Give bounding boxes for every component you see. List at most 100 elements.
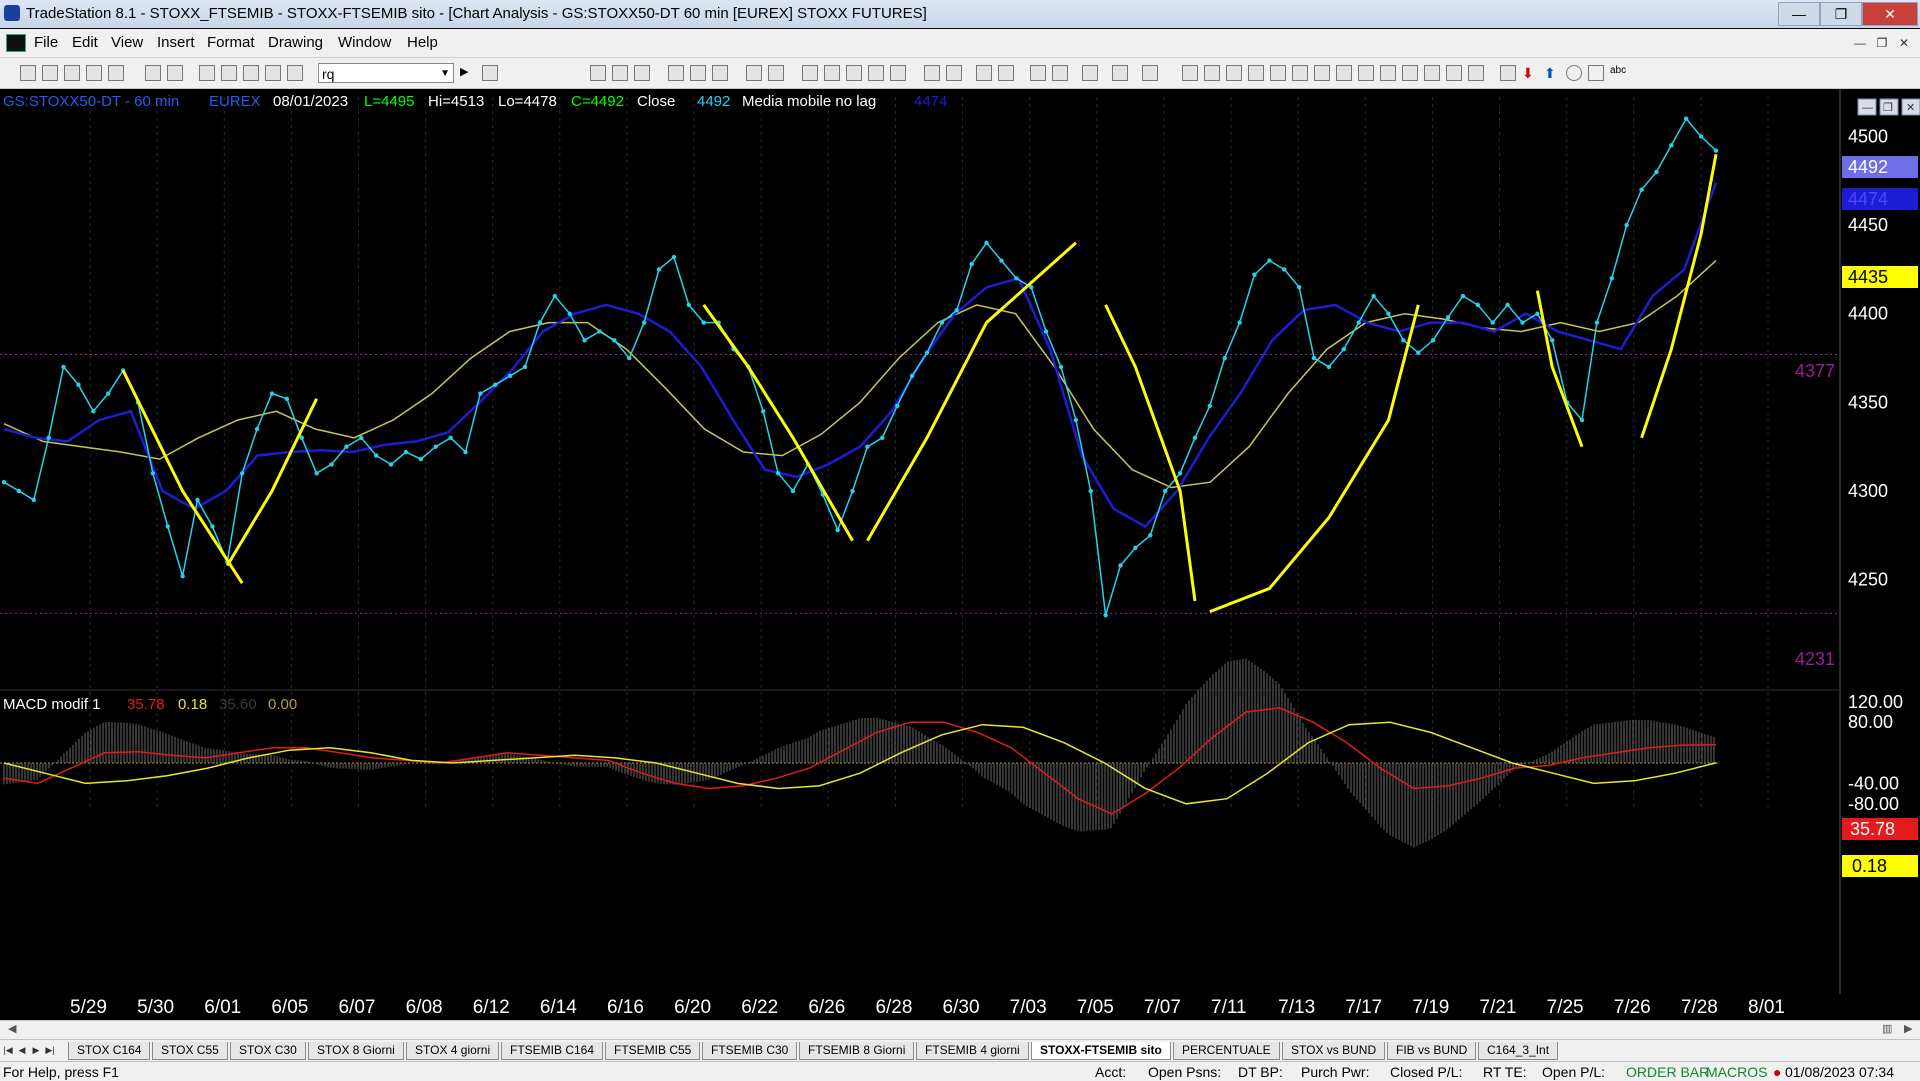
print-icon[interactable] [145, 65, 161, 81]
tab-ftsemib-c164[interactable]: FTSEMIB C164 [501, 1042, 604, 1060]
price-chart[interactable]: 4250 4300 4350 4400 4450 4500 120.0080.00 -40.0… [0, 89, 1920, 1020]
tile-icon[interactable] [221, 65, 237, 81]
tab-ftsemib-4-giorni[interactable]: FTSEMIB 4 giorni [916, 1042, 1029, 1060]
fibonacci-icon[interactable] [1292, 65, 1308, 81]
mdi-minimize-button[interactable]: — [1850, 34, 1870, 52]
menu-insert[interactable]: Insert [157, 34, 195, 51]
table-icon[interactable] [634, 65, 650, 81]
scroll-right-arrow-icon[interactable]: ▶ [1904, 1022, 1912, 1035]
horizontal-lines-icon[interactable] [1226, 65, 1242, 81]
scroll-thumb-icon[interactable]: ▥ [1882, 1022, 1892, 1035]
scroll-right-icon[interactable] [946, 65, 962, 81]
minimize-button[interactable]: — [1778, 2, 1820, 26]
chart-analysis-window[interactable]: 4250 4300 4350 4400 4450 4500 120.00 80.00 -40.0… [0, 89, 1920, 1021]
tab-ftsemib-c55[interactable]: FTSEMIB C55 [605, 1042, 701, 1060]
pointer-icon[interactable] [1030, 65, 1046, 81]
crosshair-icon[interactable] [1052, 65, 1068, 81]
print-preview-icon[interactable] [167, 65, 183, 81]
tab-stox-c30[interactable]: STOX C30 [230, 1042, 306, 1060]
order-bar-button[interactable]: ORDER BAR [1626, 1064, 1709, 1080]
scroll-left-arrow-icon[interactable]: ◀ [8, 1022, 16, 1035]
candle-icon[interactable] [846, 65, 862, 81]
mdi-close-button[interactable]: ✕ [1894, 34, 1914, 52]
horizontal-scrollbar[interactable]: ◀ ▥ ▶ [0, 1020, 1920, 1039]
chevron-down-icon[interactable]: ▼ [440, 64, 450, 84]
text-icon[interactable]: abc [1610, 65, 1626, 81]
pen-icon[interactable] [1468, 65, 1484, 81]
ohlc-icon[interactable] [890, 65, 906, 81]
page-icon[interactable] [108, 65, 124, 81]
arc-icon[interactable] [1446, 65, 1462, 81]
zoom-out-icon[interactable] [998, 65, 1014, 81]
tab-percentuale[interactable]: PERCENTUALE [1173, 1042, 1280, 1060]
symbol-input[interactable]: rq ▼ [318, 63, 454, 83]
scroll-left-icon[interactable] [924, 65, 940, 81]
format-icon[interactable] [590, 65, 606, 81]
find-icon[interactable] [482, 65, 498, 81]
menu-window[interactable]: Window [338, 34, 391, 51]
mdi-restore-button[interactable]: ❐ [1872, 34, 1892, 52]
chart-restore-button[interactable]: ❐ [1883, 102, 1893, 114]
menu-drawing[interactable]: Drawing [268, 34, 323, 51]
lock-icon[interactable] [243, 65, 259, 81]
workspace-icon[interactable] [746, 65, 762, 81]
tab-ftsemib-c30[interactable]: FTSEMIB C30 [702, 1042, 798, 1060]
freehand-icon[interactable] [1500, 65, 1516, 81]
menu-edit[interactable]: Edit [72, 34, 98, 51]
close-button[interactable]: ✕ [1862, 2, 1918, 26]
tab-ftsemib-8-giorni[interactable]: FTSEMIB 8 Giorni [799, 1042, 915, 1060]
tab-stox-8-giorni[interactable]: STOX 8 Giorni [308, 1042, 404, 1060]
arrow-down-icon[interactable]: ⬇ [1522, 65, 1538, 81]
tab-stox-vs-bund[interactable]: STOX vs BUND [1282, 1042, 1386, 1060]
pitchfork-icon[interactable] [1380, 65, 1396, 81]
arrow-right-icon[interactable]: ▶ [460, 65, 476, 81]
menu-help[interactable]: Help [407, 34, 438, 51]
trendline-icon[interactable] [1182, 65, 1198, 81]
time-zones-icon[interactable] [1336, 65, 1352, 81]
copy-icon[interactable] [64, 65, 80, 81]
tools-icon[interactable] [1082, 65, 1098, 81]
open-icon[interactable] [42, 65, 58, 81]
menu-format[interactable]: Format [207, 34, 255, 51]
bar-chart-icon[interactable] [690, 65, 706, 81]
chart-close-button[interactable]: ✕ [1906, 102, 1915, 114]
rectangle-icon[interactable] [1588, 65, 1604, 81]
channel-icon[interactable] [1248, 65, 1264, 81]
chart-type-icon[interactable] [668, 65, 684, 81]
ellipse-icon[interactable] [1566, 65, 1582, 81]
tab-first-icon[interactable]: |◀ [2, 1043, 14, 1057]
gann-icon[interactable] [1314, 65, 1330, 81]
tab-stox-c164[interactable]: STOX C164 [68, 1042, 151, 1060]
data-window-icon[interactable] [1112, 65, 1128, 81]
paste-icon[interactable] [86, 65, 102, 81]
tab-stoxx-ftsemib-sito[interactable]: STOXX-FTSEMIB sito [1031, 1042, 1171, 1060]
maximize-button[interactable]: ❐ [1820, 2, 1862, 26]
tab-next-icon[interactable]: ▶ [30, 1043, 42, 1057]
grid-icon[interactable] [1142, 65, 1158, 81]
refresh-icon[interactable] [712, 65, 728, 81]
macros-button[interactable]: MACROS [1706, 1064, 1767, 1080]
layout-icon[interactable] [768, 65, 784, 81]
tab-prev-icon[interactable]: ◀ [16, 1043, 28, 1057]
regression-icon[interactable] [1424, 65, 1440, 81]
tab-c164-3-int[interactable]: C164_3_Int [1478, 1042, 1559, 1060]
new-icon[interactable] [20, 65, 36, 81]
zoom-in-icon[interactable] [976, 65, 992, 81]
arrow-up-icon[interactable]: ⬆ [1544, 65, 1560, 81]
tab-last-icon[interactable]: ▶| [44, 1043, 56, 1057]
window-icon[interactable] [199, 65, 215, 81]
chart-minimize-button[interactable]: — [1862, 102, 1873, 114]
indicator-icon[interactable] [612, 65, 628, 81]
radar-icon[interactable] [802, 65, 818, 81]
menu-view[interactable]: View [111, 34, 143, 51]
menu-file[interactable]: File [34, 34, 58, 51]
globe-icon[interactable] [287, 65, 303, 81]
tab-stox-c55[interactable]: STOX C55 [152, 1042, 228, 1060]
speed-lines-icon[interactable] [1270, 65, 1286, 81]
arrows-icon[interactable] [1402, 65, 1418, 81]
brush-icon[interactable] [265, 65, 281, 81]
tab-fib-vs-bund[interactable]: FIB vs BUND [1387, 1042, 1477, 1060]
vertical-lines-icon[interactable] [1204, 65, 1220, 81]
bar-icon[interactable] [868, 65, 884, 81]
tab-stox-4-giorni[interactable]: STOX 4 giorni [406, 1042, 500, 1060]
